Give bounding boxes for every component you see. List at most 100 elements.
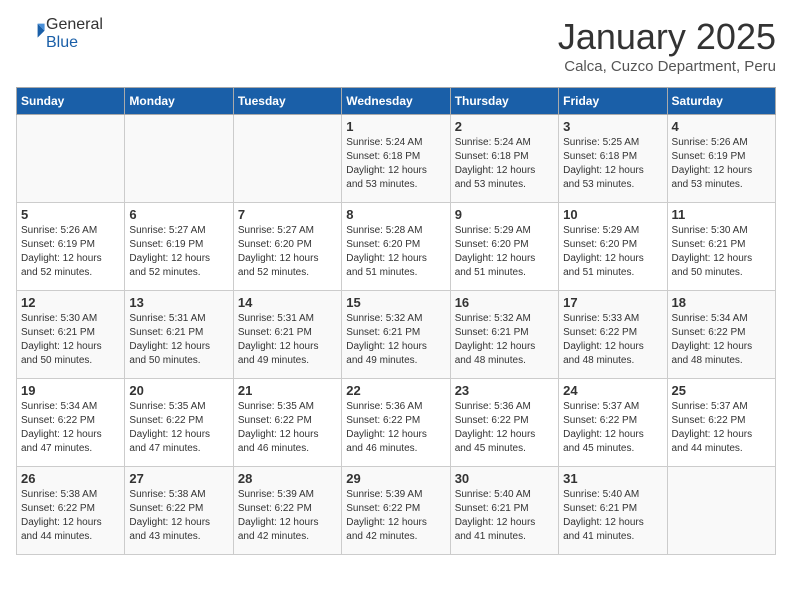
cell-info-text: Sunrise: 5:34 AM	[21, 400, 120, 414]
cell-info-text: Daylight: 12 hours	[455, 428, 554, 442]
cell-info-text: Daylight: 12 hours	[346, 164, 445, 178]
cell-info-text: and 48 minutes.	[563, 354, 662, 368]
cell-info-text: Sunrise: 5:34 AM	[672, 312, 771, 326]
calendar-cell: 30Sunrise: 5:40 AMSunset: 6:21 PMDayligh…	[450, 467, 558, 555]
cell-info-text: Sunset: 6:21 PM	[238, 326, 337, 340]
calendar-cell	[667, 467, 775, 555]
cell-info-text: Sunset: 6:22 PM	[129, 414, 228, 428]
cell-info-text: Sunset: 6:19 PM	[672, 150, 771, 164]
cell-info-text: and 44 minutes.	[21, 530, 120, 544]
cell-info-text: Daylight: 12 hours	[21, 252, 120, 266]
cell-info-text: Sunset: 6:22 PM	[455, 414, 554, 428]
cell-info-text: and 46 minutes.	[238, 442, 337, 456]
cell-info-text: and 53 minutes.	[346, 178, 445, 192]
logo-icon	[18, 18, 46, 46]
day-number: 1	[346, 119, 445, 134]
calendar-cell: 9Sunrise: 5:29 AMSunset: 6:20 PMDaylight…	[450, 203, 558, 291]
day-header-thursday: Thursday	[450, 88, 558, 115]
cell-info-text: Daylight: 12 hours	[672, 164, 771, 178]
calendar-cell: 20Sunrise: 5:35 AMSunset: 6:22 PMDayligh…	[125, 379, 233, 467]
cell-info-text: Sunset: 6:22 PM	[672, 326, 771, 340]
calendar-cell	[125, 115, 233, 203]
day-number: 24	[563, 383, 662, 398]
day-number: 28	[238, 471, 337, 486]
cell-info-text: Daylight: 12 hours	[346, 340, 445, 354]
calendar-cell: 6Sunrise: 5:27 AMSunset: 6:19 PMDaylight…	[125, 203, 233, 291]
cell-info-text: and 43 minutes.	[129, 530, 228, 544]
cell-info-text: and 48 minutes.	[672, 354, 771, 368]
cell-info-text: and 47 minutes.	[21, 442, 120, 456]
cell-info-text: and 51 minutes.	[455, 266, 554, 280]
cell-info-text: Daylight: 12 hours	[21, 516, 120, 530]
day-number: 14	[238, 295, 337, 310]
day-number: 31	[563, 471, 662, 486]
cell-info-text: Sunset: 6:21 PM	[346, 326, 445, 340]
calendar-cell: 11Sunrise: 5:30 AMSunset: 6:21 PMDayligh…	[667, 203, 775, 291]
week-row-3: 12Sunrise: 5:30 AMSunset: 6:21 PMDayligh…	[17, 291, 776, 379]
page-header: General Blue January 2025 Calca, Cuzco D…	[16, 16, 776, 75]
cell-info-text: and 52 minutes.	[238, 266, 337, 280]
cell-info-text: Daylight: 12 hours	[129, 516, 228, 530]
calendar-cell: 15 Sunrise: 5:32 AMSunset: 6:21 PMDayligh…	[342, 291, 450, 379]
day-number: 13	[129, 295, 228, 310]
cell-info-text: Sunset: 6:22 PM	[238, 502, 337, 516]
cell-info-text: Daylight: 12 hours	[21, 340, 120, 354]
title-block: January 2025 Calca, Cuzco Department, Pe…	[558, 16, 776, 75]
day-number: 7	[238, 207, 337, 222]
day-number: 23	[455, 383, 554, 398]
cell-info-text: Sunset: 6:20 PM	[455, 238, 554, 252]
cell-info-text: Daylight: 12 hours	[563, 252, 662, 266]
cell-info-text: Daylight: 12 hours	[563, 428, 662, 442]
day-header-friday: Friday	[559, 88, 667, 115]
day-header-tuesday: Tuesday	[233, 88, 341, 115]
cell-info-text: Daylight: 12 hours	[455, 340, 554, 354]
cell-info-text: Sunset: 6:21 PM	[672, 238, 771, 252]
logo-general-text: General	[46, 16, 103, 33]
calendar-cell: 28Sunrise: 5:39 AMSunset: 6:22 PMDayligh…	[233, 467, 341, 555]
cell-info-text: and 49 minutes.	[238, 354, 337, 368]
cell-info-text: and 42 minutes.	[238, 530, 337, 544]
day-number: 20	[129, 383, 228, 398]
calendar-cell: 4Sunrise: 5:26 AMSunset: 6:19 PMDaylight…	[667, 115, 775, 203]
day-number: 15	[346, 295, 445, 310]
cell-info-text: Sunrise: 5:32 AM	[346, 312, 445, 326]
cell-info-text: Daylight: 12 hours	[129, 428, 228, 442]
week-row-1: 1Sunrise: 5:24 AMSunset: 6:18 PMDaylight…	[17, 115, 776, 203]
cell-info-text: and 42 minutes.	[346, 530, 445, 544]
cell-info-text: Sunset: 6:21 PM	[21, 326, 120, 340]
cell-info-text: Sunrise: 5:39 AM	[238, 488, 337, 502]
calendar-cell: 26Sunrise: 5:38 AMSunset: 6:22 PMDayligh…	[17, 467, 125, 555]
cell-info-text: Sunrise: 5:25 AM	[563, 136, 662, 150]
cell-info-text: Sunrise: 5:31 AM	[129, 312, 228, 326]
cell-info-text: Daylight: 12 hours	[238, 252, 337, 266]
calendar-cell: 27Sunrise: 5:38 AMSunset: 6:22 PMDayligh…	[125, 467, 233, 555]
cell-info-text: Sunrise: 5:30 AM	[21, 312, 120, 326]
cell-info-text: Sunrise: 5:24 AM	[346, 136, 445, 150]
calendar-cell: 25Sunrise: 5:37 AMSunset: 6:22 PMDayligh…	[667, 379, 775, 467]
cell-info-text: Sunrise: 5:38 AM	[21, 488, 120, 502]
day-number: 18	[672, 295, 771, 310]
calendar-cell: 1Sunrise: 5:24 AMSunset: 6:18 PMDaylight…	[342, 115, 450, 203]
cell-info-text: Sunrise: 5:36 AM	[455, 400, 554, 414]
day-header-row: SundayMondayTuesdayWednesdayThursdayFrid…	[17, 88, 776, 115]
cell-info-text: Daylight: 12 hours	[563, 164, 662, 178]
calendar-cell: 17Sunrise: 5:33 AMSunset: 6:22 PMDayligh…	[559, 291, 667, 379]
day-number: 9	[455, 207, 554, 222]
day-number: 11	[672, 207, 771, 222]
cell-info-text: Daylight: 12 hours	[672, 428, 771, 442]
calendar-table: SundayMondayTuesdayWednesdayThursdayFrid…	[16, 87, 776, 555]
cell-info-text: and 44 minutes.	[672, 442, 771, 456]
cell-info-text: and 47 minutes.	[129, 442, 228, 456]
cell-info-text: and 48 minutes.	[455, 354, 554, 368]
cell-info-text: Daylight: 12 hours	[346, 428, 445, 442]
cell-info-text: Sunrise: 5:24 AM	[455, 136, 554, 150]
day-number: 29	[346, 471, 445, 486]
cell-info-text: and 50 minutes.	[672, 266, 771, 280]
cell-info-text: Sunset: 6:22 PM	[346, 502, 445, 516]
cell-info-text: and 51 minutes.	[346, 266, 445, 280]
day-header-wednesday: Wednesday	[342, 88, 450, 115]
cell-info-text: and 50 minutes.	[21, 354, 120, 368]
cell-info-text: and 51 minutes.	[563, 266, 662, 280]
calendar-cell: 3Sunrise: 5:25 AMSunset: 6:18 PMDaylight…	[559, 115, 667, 203]
calendar-cell	[233, 115, 341, 203]
